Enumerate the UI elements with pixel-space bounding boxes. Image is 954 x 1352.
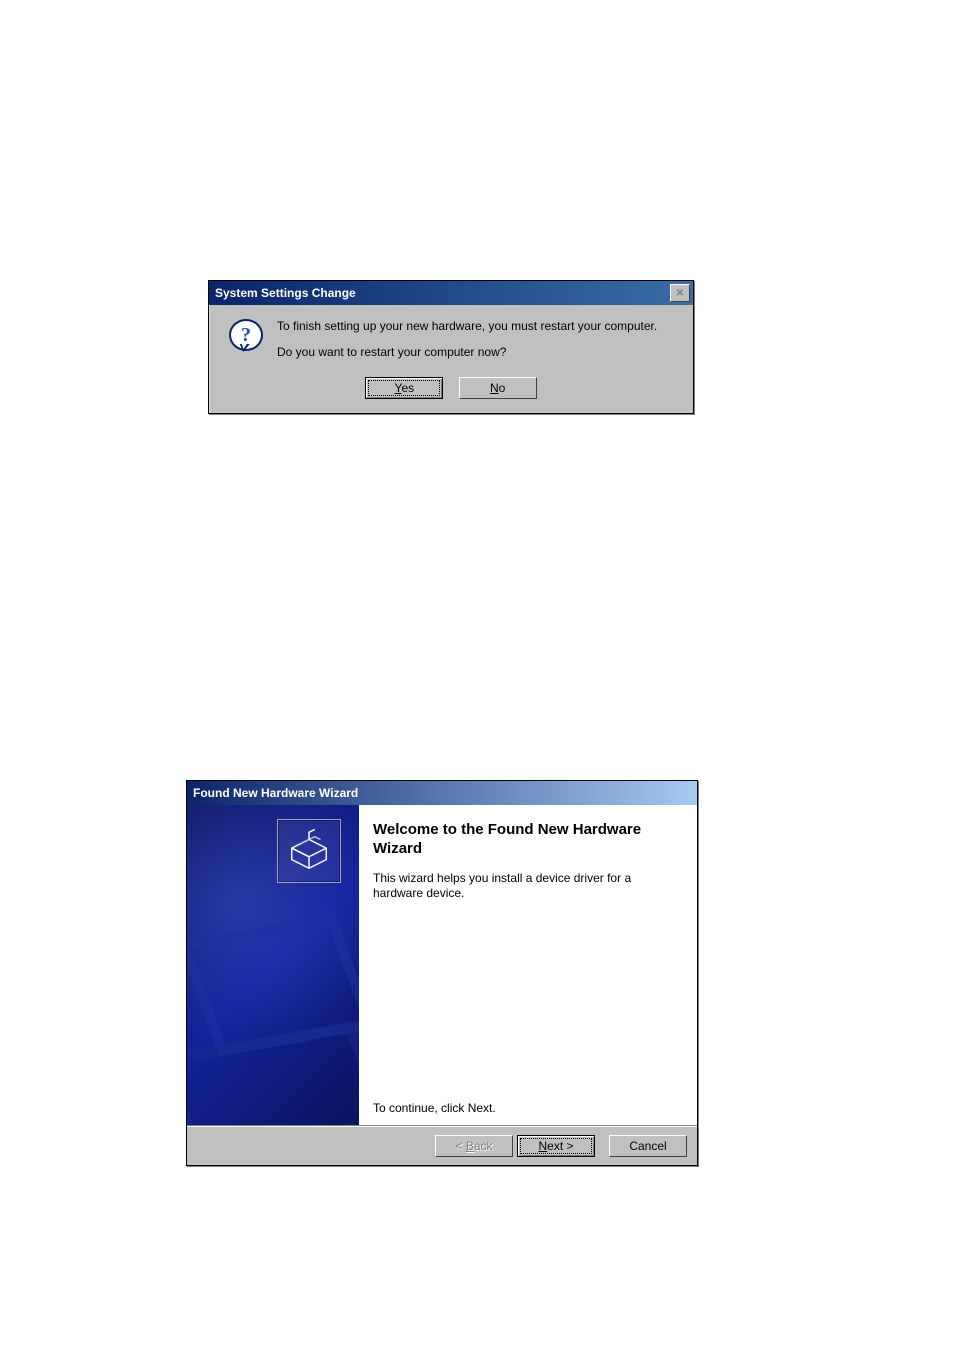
dialog-title: Found New Hardware Wizard (190, 786, 694, 800)
close-icon[interactable]: ✕ (670, 284, 690, 302)
wizard-continue-hint: To continue, click Next. (373, 1101, 679, 1115)
wizard-body: Welcome to the Found New Hardware Wizard… (187, 805, 697, 1126)
message-text: To finish setting up your new hardware, … (269, 319, 679, 371)
message-line-1: To finish setting up your new hardware, … (277, 319, 679, 333)
system-settings-change-dialog: System Settings Change ✕ ? To finish set… (208, 280, 694, 414)
wizard-description: This wizard helps you install a device d… (373, 871, 679, 902)
wizard-main-panel: Welcome to the Found New Hardware Wizard… (359, 805, 697, 1125)
cancel-button[interactable]: Cancel (609, 1135, 687, 1157)
titlebar: Found New Hardware Wizard (187, 781, 697, 805)
found-new-hardware-wizard-dialog: Found New Hardware Wizard (186, 780, 698, 1166)
button-row: Yes No (223, 371, 679, 399)
dialog-body: ? To finish setting up your new hardware… (209, 305, 693, 413)
close-glyph: ✕ (676, 288, 684, 299)
dialog-title: System Settings Change (212, 286, 668, 300)
wizard-footer: < BackNext > Cancel (187, 1126, 697, 1165)
message-row: ? To finish setting up your new hardware… (223, 319, 679, 371)
titlebar: System Settings Change ✕ (209, 281, 693, 305)
yes-button[interactable]: Yes (365, 377, 443, 399)
next-button[interactable]: Next > (517, 1135, 595, 1157)
no-button[interactable]: No (459, 377, 537, 399)
back-button: < Back (435, 1135, 513, 1157)
question-icon: ? (223, 319, 269, 371)
message-line-2: Do you want to restart your computer now… (277, 345, 679, 359)
hardware-box-icon (277, 819, 341, 883)
wizard-sidebar-art (187, 805, 359, 1125)
wizard-welcome-title: Welcome to the Found New Hardware Wizard (373, 821, 679, 859)
